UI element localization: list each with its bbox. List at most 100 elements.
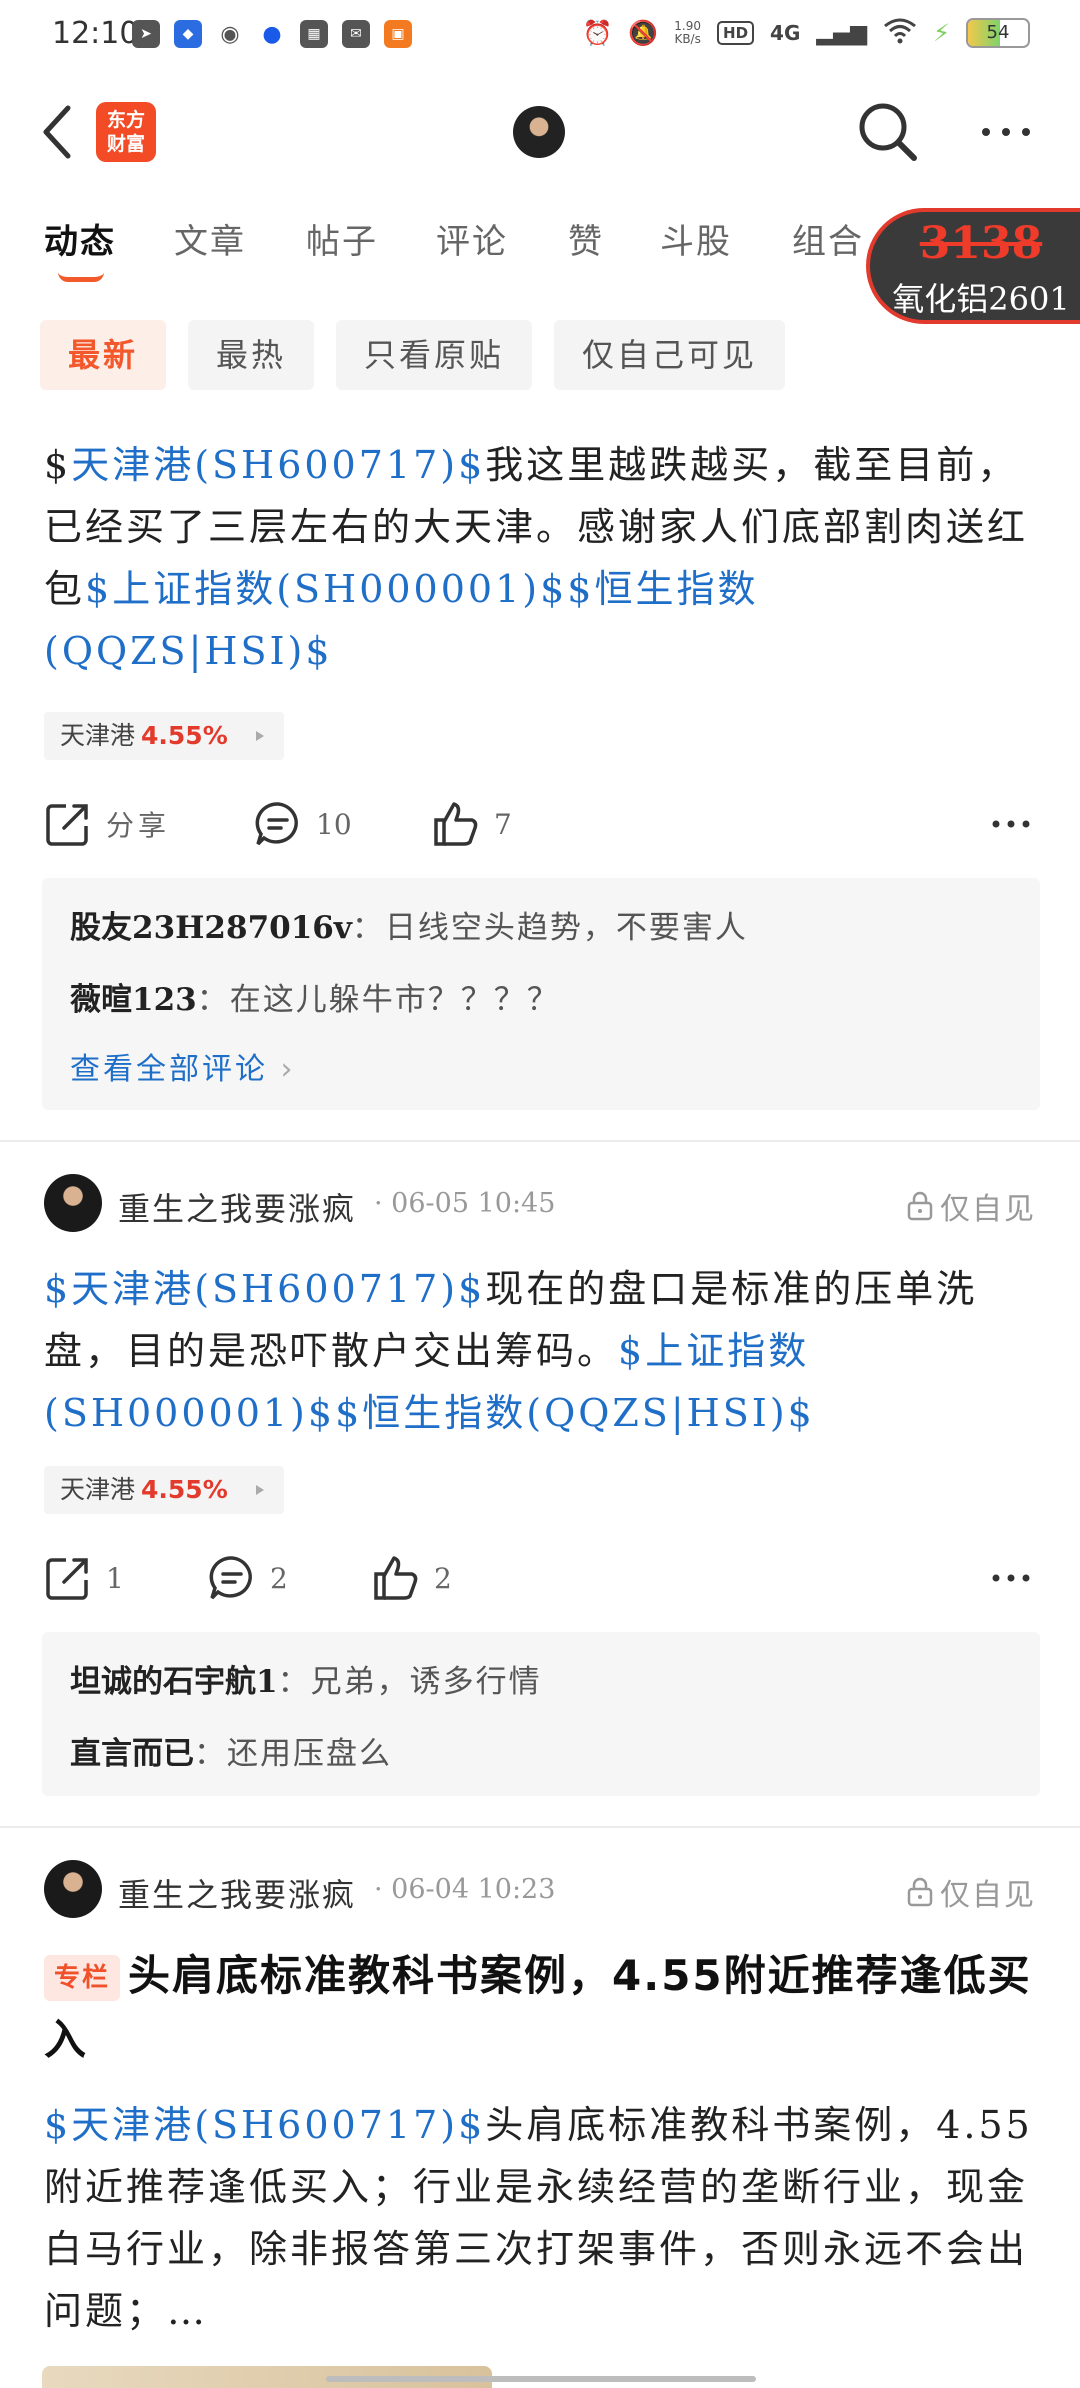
post-timestamp: · 06-05 10:45 [374, 1188, 556, 1219]
like-button[interactable]: 2 [372, 1548, 452, 1608]
stock-link[interactable]: (QQZS|HSI)$ [44, 629, 333, 673]
stock-link[interactable]: 恒生指数 [594, 567, 758, 611]
floating-quote-widget[interactable]: 3138 氧化铝2601 [866, 208, 1080, 324]
stock-tag-name: 天津港 [60, 1475, 136, 1504]
stock-link[interactable]: $上证指数 [618, 1329, 809, 1373]
weibo-icon: ◉ [216, 20, 244, 48]
post-body[interactable]: $天津港(SH600717)$头肩底标准教科书案例，4.55附近推荐逢低买入；行… [44, 2094, 1040, 2342]
post-more-button[interactable] [986, 804, 1036, 844]
stock-tag-change: 4.55% [141, 721, 228, 750]
network-type: 4G [770, 21, 801, 45]
system-status-icons: ⏰ 🔕 1.90 KB/s HD 4G ▂▄▆ ⚡ 54 [583, 16, 1030, 50]
tab-stock-battle[interactable]: 斗股 [660, 214, 732, 263]
stock-link[interactable]: $上证指数 [85, 567, 276, 611]
stock-link[interactable]: (SH600717)$ [194, 443, 485, 487]
app-notification-icon: ◆ [174, 20, 202, 48]
avatar[interactable] [44, 1860, 102, 1918]
comment-item[interactable]: 薇暄123：在这儿躲牛市？？？？ [70, 974, 560, 1019]
author-name[interactable]: 重生之我要涨疯 [118, 1870, 356, 1916]
more-menu-button[interactable] [976, 112, 1036, 152]
grid-app-icon: ▦ [300, 20, 328, 48]
post-actions: 分享 10 7 [44, 794, 1040, 854]
horizontal-scrollbar[interactable] [326, 2376, 756, 2382]
floating-quote-value: 3138 [919, 218, 1043, 269]
column-badge: 专栏 [44, 1955, 121, 2001]
post-text: $ [44, 443, 72, 487]
header-user-avatar[interactable] [513, 106, 565, 158]
stock-link[interactable]: $ [567, 567, 594, 611]
comment-button[interactable]: 10 [254, 794, 352, 854]
active-tab-indicator [58, 272, 104, 282]
network-speed: 1.90 KB/s [674, 20, 701, 46]
article-title[interactable]: 专栏 头肩底标准教科书案例，4.55附近推荐逢低买入 [44, 1944, 1040, 2072]
back-arrow-icon [43, 105, 71, 159]
tab-posts[interactable]: 帖子 [306, 214, 378, 263]
filter-latest[interactable]: 最新 [40, 320, 167, 390]
tab-comments[interactable]: 评论 [436, 214, 508, 263]
shop-app-icon: ▣ [384, 20, 412, 48]
search-button[interactable] [856, 100, 920, 164]
tab-activity[interactable]: 动态 [44, 214, 116, 263]
stock-tag[interactable]: 天津港 4.55% [44, 1466, 284, 1514]
stock-link[interactable]: (SH600717)$ [194, 1267, 485, 1311]
share-button[interactable]: 1 [44, 1548, 124, 1608]
author-name[interactable]: 重生之我要涨疯 [118, 1184, 356, 1230]
filter-private-only[interactable]: 仅自己可见 [554, 320, 786, 390]
stock-link[interactable]: 恒生指数 [362, 1391, 526, 1435]
stock-link[interactable]: (SH600717)$ [194, 2103, 485, 2147]
post-timestamp: · 06-04 10:23 [374, 1874, 556, 1905]
mail-icon: ✉ [342, 20, 370, 48]
post-author-row: 重生之我要涨疯 · 06-04 10:23 仅自见 [44, 1860, 1044, 1920]
article-title-text: 头肩底标准教科书案例，4.55附近推荐逢低买入 [44, 1951, 1032, 2064]
stock-link[interactable]: $ [335, 1391, 362, 1435]
see-all-comments-link[interactable]: 查看全部评论 › [70, 1044, 296, 1088]
more-dots-icon [992, 1574, 1030, 1582]
like-button[interactable]: 7 [432, 794, 512, 854]
tab-portfolio[interactable]: 组合 [792, 214, 864, 263]
comment-item[interactable]: 股友23H287016v：日线空头趋势，不要害人 [70, 902, 748, 947]
filter-original-only[interactable]: 只看原贴 [336, 320, 533, 390]
stock-link[interactable]: $天津港 [44, 2103, 194, 2147]
stock-link[interactable]: $天津港 [44, 1267, 194, 1311]
more-dots-icon [992, 820, 1030, 828]
share-label: 分享 [106, 809, 171, 842]
comment-item[interactable]: 坦诚的石宇航1：兄弟，诱多行情 [70, 1656, 542, 1701]
post-body[interactable]: $天津港(SH600717)$我这里越跌越买，截至目前，已经买了三层左右的大天津… [44, 434, 1040, 682]
stock-tag-change: 4.55% [141, 1475, 228, 1504]
stock-link[interactable]: (SH000001)$ [276, 567, 567, 611]
search-icon [859, 103, 917, 161]
privacy-label: 仅自见 [906, 1184, 1036, 1228]
share-icon [46, 804, 88, 846]
stock-tag[interactable]: 天津港 4.55% [44, 712, 284, 760]
alarm-icon: ⏰ [582, 19, 613, 47]
comment-count: 10 [316, 807, 352, 841]
thumbs-up-icon [374, 1556, 418, 1600]
eastmoney-logo[interactable]: 东方 财富 [96, 102, 156, 162]
comment-author: 直言而已 [70, 1736, 194, 1772]
tab-likes[interactable]: 赞 [568, 214, 604, 263]
tab-articles[interactable]: 文章 [174, 214, 246, 263]
post-body[interactable]: $天津港(SH600717)$现在的盘口是标准的压单洗盘，目的是恐吓散户交出筹码… [44, 1258, 1040, 1444]
post-more-button[interactable] [986, 1558, 1036, 1598]
share-button[interactable]: 分享 [44, 794, 170, 854]
share-count: 1 [106, 1561, 124, 1595]
comment-preview[interactable]: 股友23H287016v：日线空头趋势，不要害人 薇暄123：在这儿躲牛市？？？… [42, 878, 1040, 1110]
notification-icons: ➤ ◆ ◉ ● ▦ ✉ ▣ [132, 20, 412, 48]
avatar[interactable] [44, 1174, 102, 1232]
stock-link[interactable]: (SH000001)$ [44, 1391, 335, 1435]
app-root: 12:10 ➤ ◆ ◉ ● ▦ ✉ ▣ ⏰ 🔕 1.90 KB/s HD 4G … [0, 0, 1080, 2388]
comment-button[interactable]: 2 [208, 1548, 288, 1608]
comment-preview[interactable]: 坦诚的石宇航1：兄弟，诱多行情 直言而已：还用压盘么 [42, 1632, 1040, 1796]
floating-quote-name: 氧化铝2601 [892, 280, 1070, 318]
comment-item[interactable]: 直言而已：还用压盘么 [70, 1728, 392, 1773]
back-button[interactable] [36, 102, 84, 162]
status-bar: 12:10 ➤ ◆ ◉ ● ▦ ✉ ▣ ⏰ 🔕 1.90 KB/s HD 4G … [0, 0, 1080, 72]
lock-icon [907, 1191, 933, 1221]
privacy-text: 仅自见 [940, 1878, 1036, 1913]
filter-hottest[interactable]: 最热 [188, 320, 315, 390]
comment-author: 薇暄123 [70, 982, 197, 1018]
wifi-icon [883, 16, 917, 50]
stock-link[interactable]: 天津港 [71, 443, 194, 487]
like-count: 7 [494, 807, 512, 841]
stock-link[interactable]: (QQZS|HSI)$ [526, 1391, 815, 1435]
